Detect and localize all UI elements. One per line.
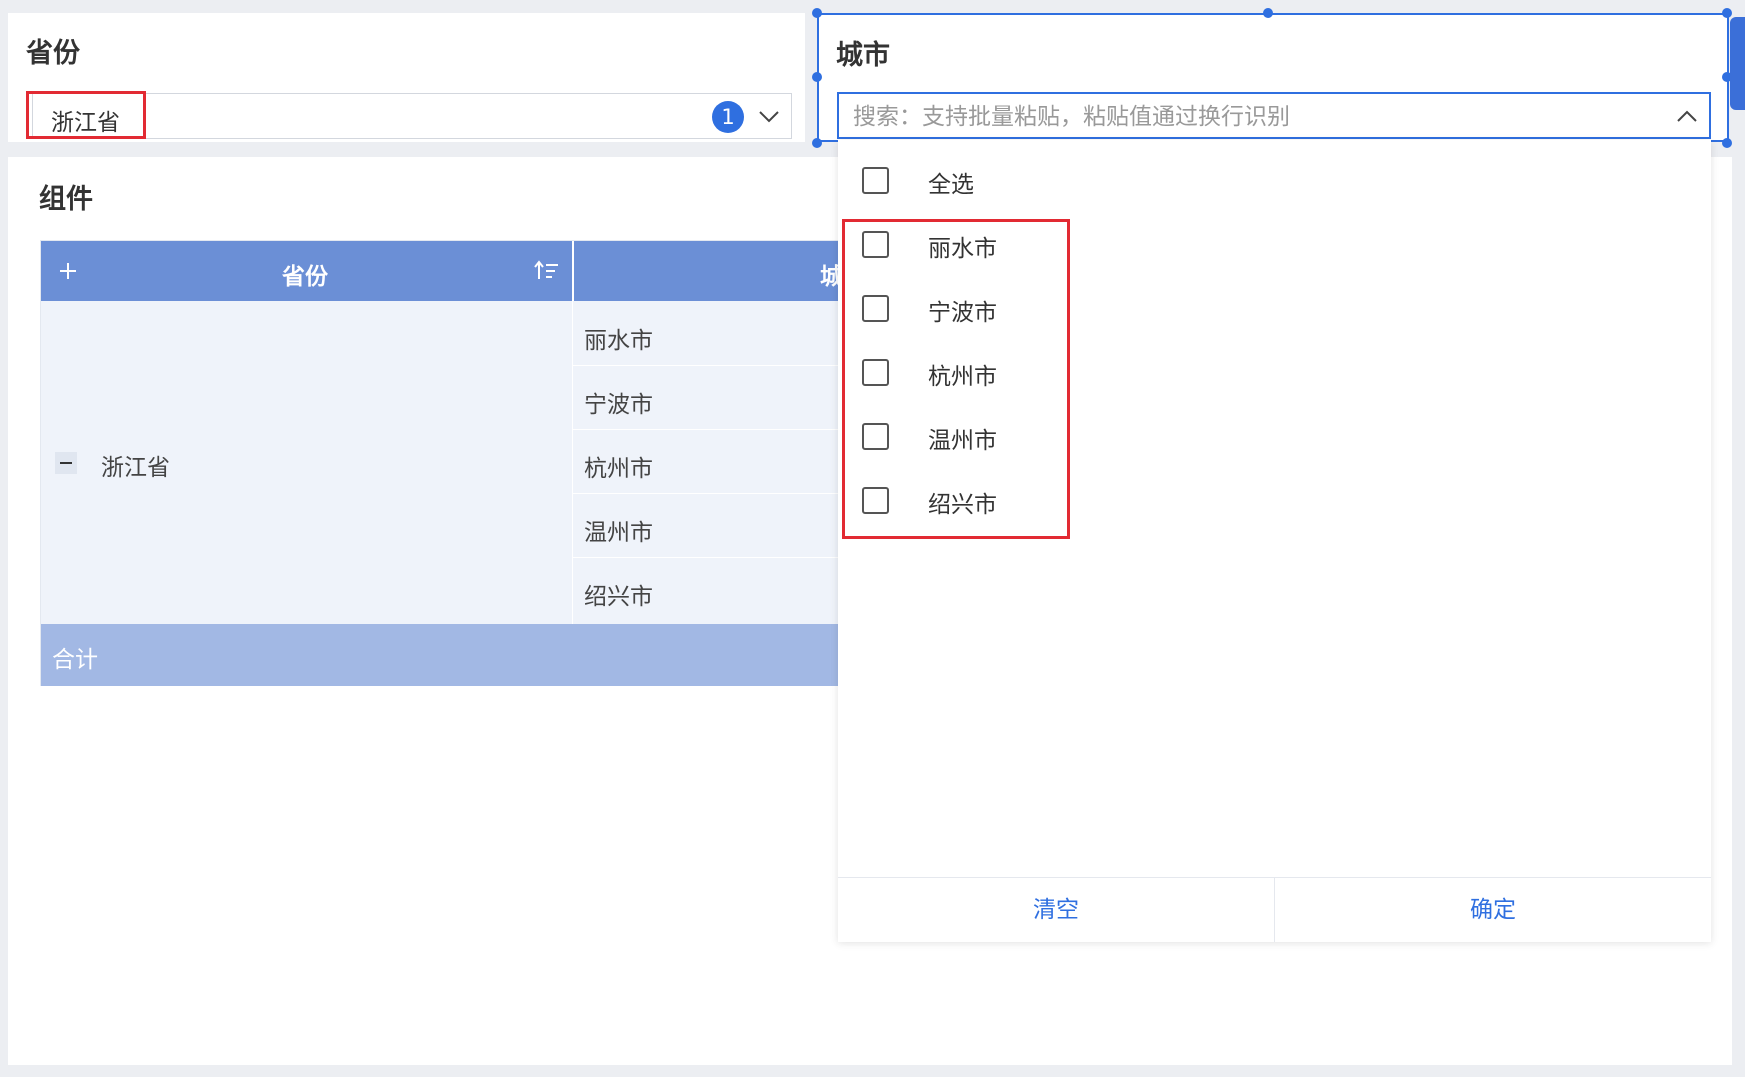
city-filter-label: 城市: [836, 40, 890, 71]
column-divider: [572, 301, 573, 624]
table-header: 省份 城: [41, 241, 859, 301]
options-highlight-box: [842, 219, 1070, 539]
row-separator: [573, 557, 861, 558]
row-separator: [573, 365, 861, 366]
province-cell: 浙江省: [101, 455, 170, 481]
city-search-input[interactable]: [851, 100, 1645, 133]
table-row-city: 丽水市: [584, 328, 653, 354]
chevron-down-icon[interactable]: [757, 106, 781, 128]
clear-button[interactable]: 清空: [838, 878, 1274, 942]
resize-handle[interactable]: [812, 8, 822, 18]
province-highlight-box: [26, 91, 146, 139]
table-row-city: 宁波市: [584, 392, 653, 418]
table-row-city: 杭州市: [584, 456, 653, 482]
resize-handle[interactable]: [812, 72, 822, 82]
row-separator: [573, 429, 861, 430]
total-row: 合计: [41, 624, 859, 686]
dropdown-footer: 清空 确定: [838, 877, 1711, 942]
table-row-city: 温州市: [584, 520, 653, 546]
resize-handle[interactable]: [1263, 8, 1273, 18]
resize-handle[interactable]: [1722, 8, 1732, 18]
province-filter-label: 省份: [26, 38, 80, 69]
confirm-button[interactable]: 确定: [1275, 878, 1711, 942]
total-label: 合计: [52, 647, 98, 673]
sort-ascending-icon[interactable]: [534, 259, 560, 283]
collapse-icon[interactable]: [55, 452, 77, 474]
side-toolbar-tab[interactable]: [1730, 17, 1745, 110]
checkbox[interactable]: [862, 167, 889, 194]
table-row-city: 绍兴市: [584, 584, 653, 610]
province-select[interactable]: 浙江省 1: [32, 93, 792, 139]
pivot-table: 省份 城 浙江省 丽水市 宁波市 杭州市 温州市 绍兴市 合计: [40, 240, 861, 686]
resize-handle[interactable]: [812, 138, 822, 148]
plus-icon[interactable]: [57, 260, 79, 282]
chevron-up-icon[interactable]: [1675, 106, 1699, 128]
selected-count-badge: 1: [712, 101, 744, 133]
row-separator: [573, 493, 861, 494]
header-province[interactable]: 省份: [282, 257, 328, 291]
option-label: 全选: [928, 172, 974, 198]
city-search-box[interactable]: [837, 92, 1711, 139]
city-dropdown: 全选 丽水市 宁波市 杭州市 温州市 绍兴市 清空 确定: [838, 140, 1711, 942]
resize-handle[interactable]: [1722, 138, 1732, 148]
header-divider: [572, 241, 574, 301]
component-title: 组件: [39, 184, 93, 215]
